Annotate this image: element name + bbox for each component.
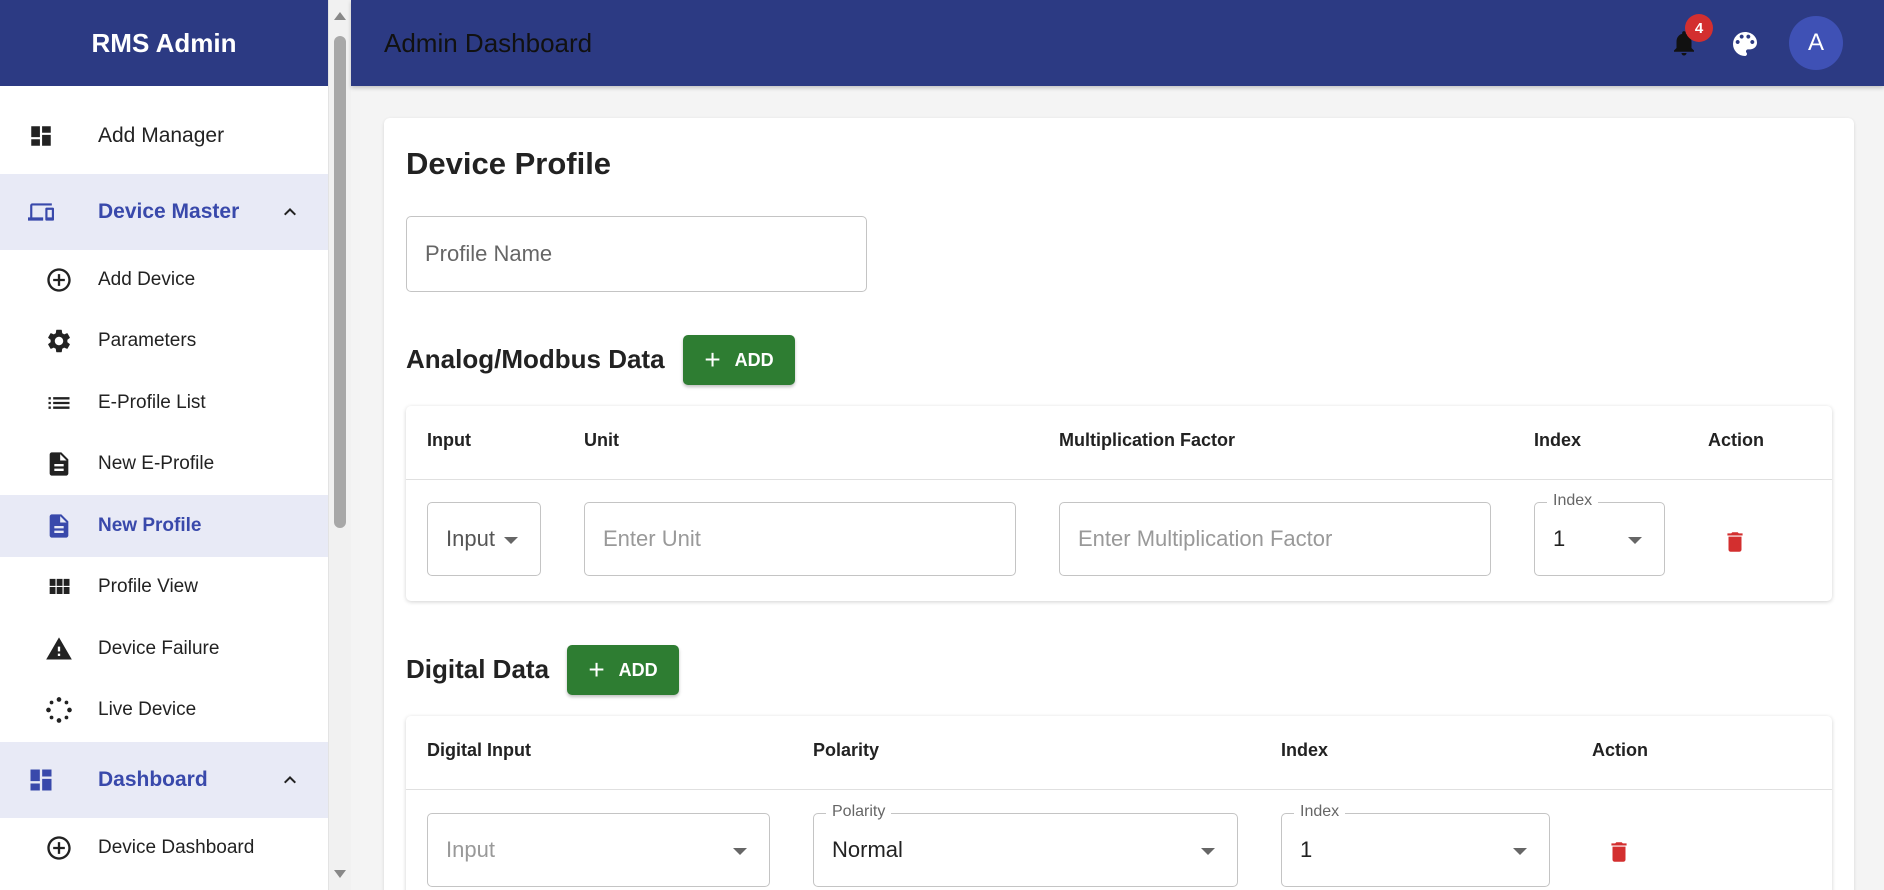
column-header-action: Action — [1592, 740, 1648, 760]
document-icon — [44, 449, 74, 479]
plus-icon: + — [588, 654, 605, 685]
dropdown-arrow-icon — [1513, 848, 1527, 855]
avatar[interactable]: A — [1789, 16, 1843, 70]
list-icon — [44, 388, 74, 418]
unit-input[interactable]: Enter Unit — [584, 502, 1016, 576]
dashboard-icon — [26, 765, 56, 795]
column-header-unit: Unit — [584, 430, 619, 450]
header-divider — [406, 789, 1832, 790]
sidebar-group-dashboard[interactable]: Dashboard — [0, 742, 328, 818]
sidebar-item-label: Dashboard — [98, 768, 208, 791]
sidebar-item-add-device[interactable]: Add Device — [0, 250, 328, 310]
add-circle-icon — [44, 833, 74, 863]
delete-icon[interactable] — [1722, 527, 1748, 557]
column-header-digital-input: Digital Input — [427, 740, 531, 760]
polarity-value: Normal — [832, 837, 903, 862]
palette-icon[interactable] — [1729, 28, 1761, 60]
digital-table: Digital Input Polarity Index Action Inpu… — [406, 716, 1832, 890]
loading-spinner-icon — [44, 695, 74, 725]
notification-badge: 4 — [1685, 14, 1713, 42]
scroll-up-arrow-icon[interactable] — [334, 12, 346, 20]
add-circle-icon — [44, 265, 74, 295]
device-profile-card: Device Profile Analog/Modbus Data + ADD … — [384, 118, 1854, 890]
dropdown-arrow-icon — [1201, 848, 1215, 855]
column-header-action: Action — [1708, 430, 1764, 450]
sidebar-item-label: Device Dashboard — [98, 837, 255, 858]
polarity-floating-label: Polarity — [826, 803, 892, 821]
warning-icon — [44, 634, 74, 664]
sidebar-item-device-dashboard[interactable]: Device Dashboard — [0, 818, 328, 878]
header-divider — [406, 479, 1832, 480]
profile-name-input[interactable] — [406, 216, 867, 292]
grid-view-icon — [44, 572, 74, 602]
sidebar-item-label: Device Failure — [98, 638, 220, 659]
analog-index-select[interactable]: Index 1 — [1534, 492, 1665, 576]
delete-icon[interactable] — [1606, 837, 1632, 867]
sidebar: RMS Admin Add Manager Device Master Add … — [0, 0, 329, 890]
chevron-up-icon[interactable] — [278, 768, 302, 792]
chevron-up-icon[interactable] — [278, 200, 302, 224]
sidebar-item-label: Device Master — [98, 200, 240, 223]
unit-input-placeholder: Enter Unit — [603, 526, 701, 551]
digital-input-select-value: Input — [446, 837, 495, 862]
sidebar-item-label: Add Manager — [98, 124, 225, 147]
column-header-input: Input — [427, 430, 471, 450]
add-digital-button[interactable]: + ADD — [567, 645, 679, 695]
sidebar-item-profile-view[interactable]: Profile View — [0, 557, 328, 617]
scroll-down-arrow-icon[interactable] — [334, 870, 346, 878]
plus-icon: + — [704, 344, 721, 375]
digital-index-select[interactable]: Index 1 — [1281, 803, 1550, 887]
dropdown-arrow-icon — [1628, 537, 1642, 544]
polarity-select[interactable]: Polarity Normal — [813, 803, 1238, 887]
index-floating-label: Index — [1547, 492, 1599, 510]
add-analog-button-label: ADD — [734, 349, 774, 370]
page-title: Device Profile — [406, 146, 612, 181]
document-icon — [44, 511, 74, 541]
sidebar-item-label: Add Device — [98, 269, 196, 290]
multiplication-factor-placeholder: Enter Multiplication Factor — [1078, 526, 1333, 551]
column-header-multiplication-factor: Multiplication Factor — [1059, 430, 1236, 450]
sidebar-item-e-profile-list[interactable]: E-Profile List — [0, 373, 328, 433]
page-header-title: Admin Dashboard — [384, 27, 593, 58]
sidebar-item-live-device[interactable]: Live Device — [0, 680, 328, 740]
multiplication-factor-input[interactable]: Enter Multiplication Factor — [1059, 502, 1491, 576]
sidebar-item-label: New Profile — [98, 515, 202, 536]
sidebar-item-label: Parameters — [98, 330, 197, 351]
sidebar-item-label: Live Device — [98, 699, 197, 720]
sidebar-item-add-manager[interactable]: Add Manager — [0, 105, 328, 167]
column-header-polarity: Polarity — [813, 740, 880, 760]
digital-index-value: 1 — [1300, 837, 1313, 862]
add-analog-button[interactable]: + ADD — [683, 335, 795, 385]
analog-section-title: Analog/Modbus Data — [406, 344, 665, 374]
analog-input-select[interactable]: Input — [427, 502, 541, 576]
scrollbar-thumb[interactable] — [334, 36, 346, 528]
column-header-index: Index — [1534, 430, 1582, 450]
sidebar-item-parameters[interactable]: Parameters — [0, 311, 328, 371]
analog-index-value: 1 — [1553, 526, 1566, 551]
brand-title: RMS Admin — [0, 0, 328, 86]
gear-icon — [44, 326, 74, 356]
sidebar-group-device-master[interactable]: Device Master — [0, 174, 328, 250]
sidebar-item-label: E-Profile List — [98, 392, 206, 413]
analog-table: Input Unit Multiplication Factor Index A… — [406, 406, 1832, 601]
dropdown-arrow-icon — [504, 537, 518, 544]
sidebar-item-new-e-profile[interactable]: New E-Profile — [0, 434, 328, 494]
add-digital-button-label: ADD — [618, 659, 658, 680]
column-header-index: Index — [1281, 740, 1329, 760]
sidebar-item-label: Profile View — [98, 576, 198, 597]
sidebar-item-label: New E-Profile — [98, 453, 215, 474]
analog-input-select-value: Input — [446, 526, 495, 551]
digital-section-title: Digital Data — [406, 654, 550, 684]
devices-icon — [26, 197, 56, 227]
sidebar-item-device-failure[interactable]: Device Failure — [0, 619, 328, 679]
digital-input-select[interactable]: Input — [427, 813, 770, 887]
index-floating-label: Index — [1294, 803, 1346, 821]
dropdown-arrow-icon — [733, 848, 747, 855]
dashboard-icon — [26, 121, 56, 151]
app-header: Admin Dashboard 4 A — [351, 0, 1884, 86]
sidebar-item-new-profile[interactable]: New Profile — [0, 495, 328, 557]
sidebar-scrollbar[interactable] — [329, 0, 351, 890]
